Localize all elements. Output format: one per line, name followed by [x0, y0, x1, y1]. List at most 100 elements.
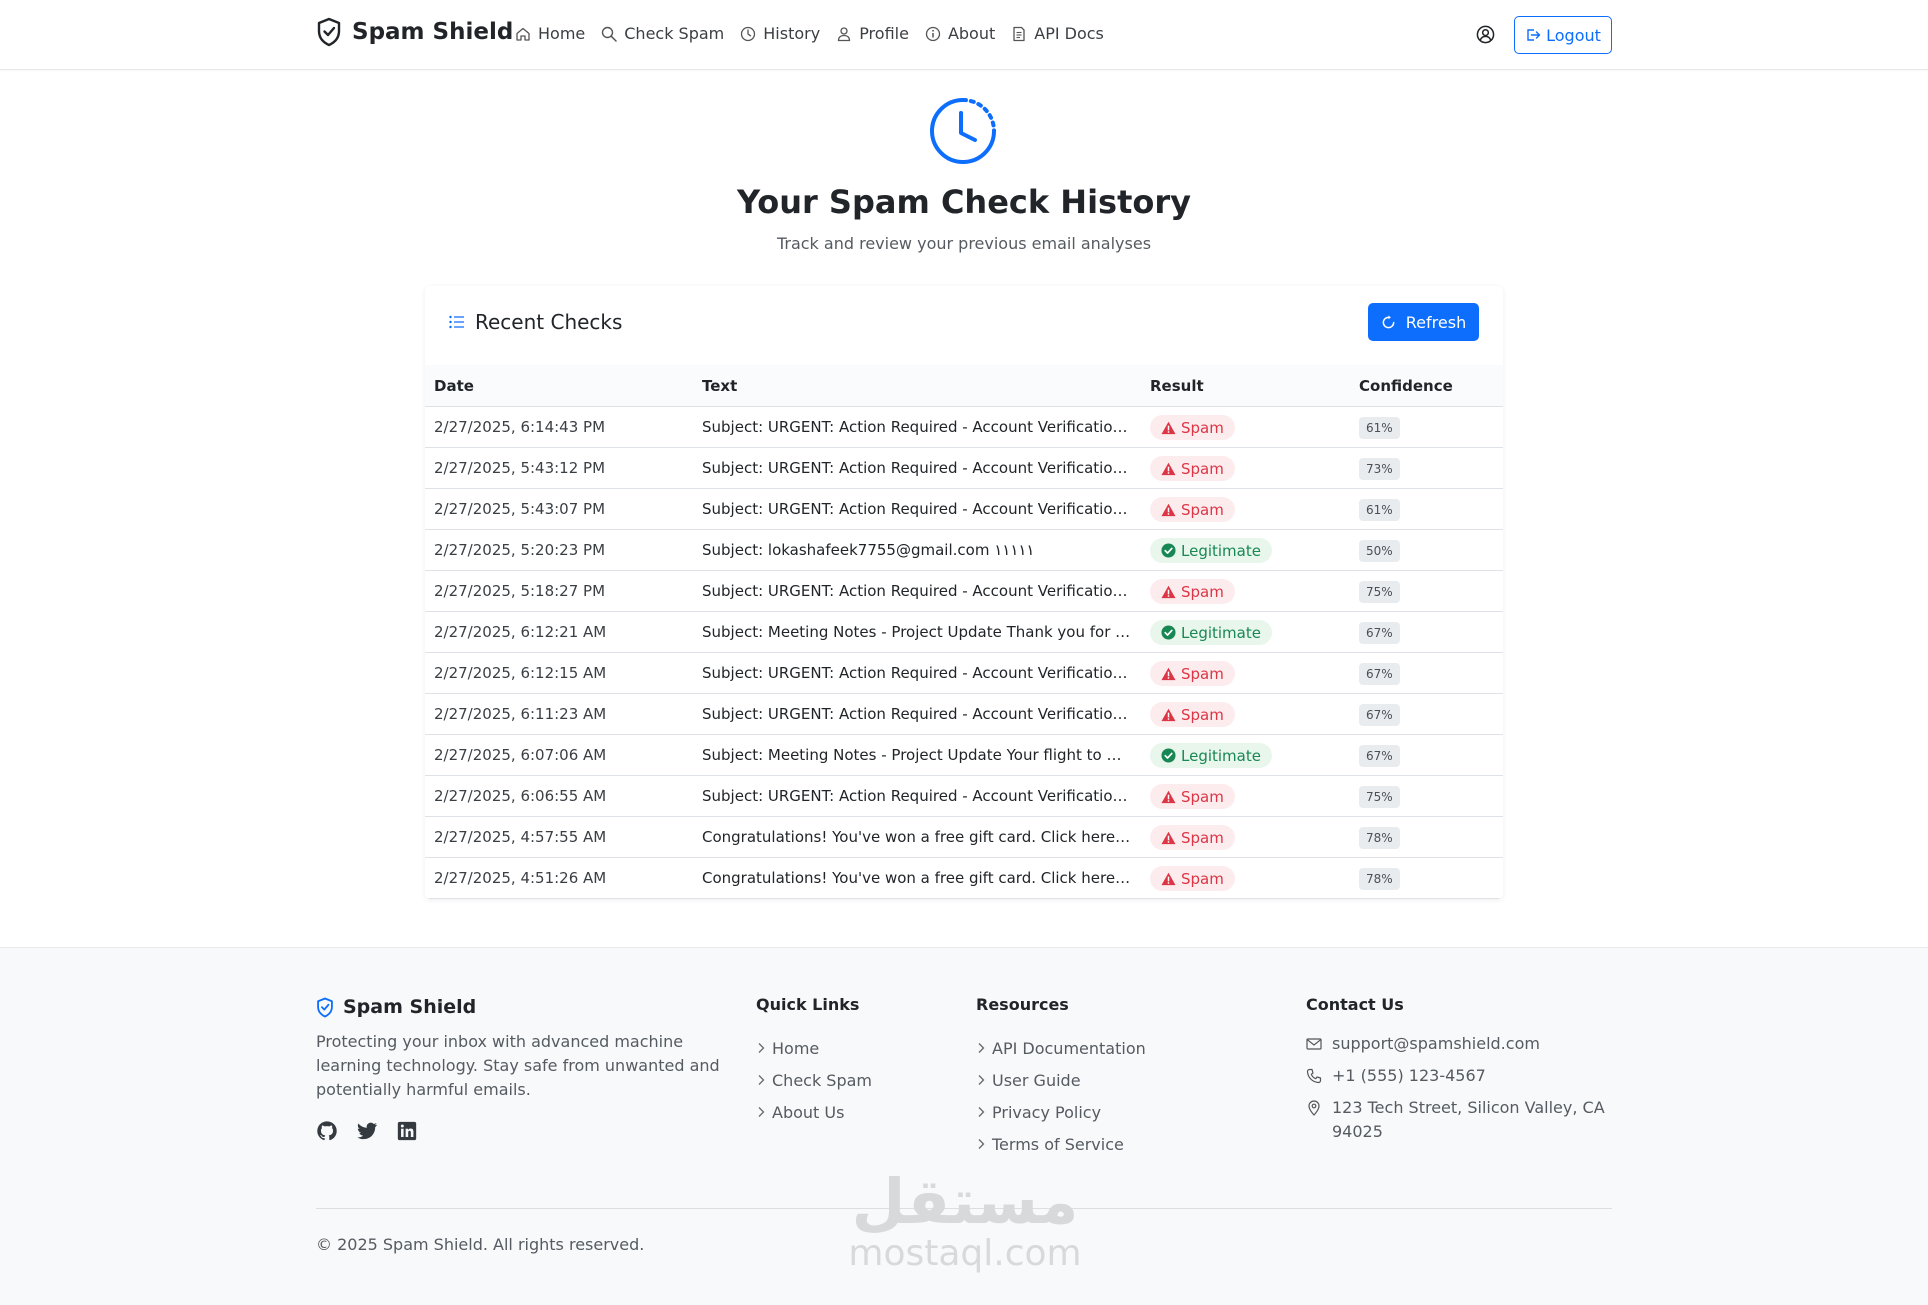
footer-link-label: About Us	[772, 1102, 845, 1122]
table-row[interactable]: 2/27/2025, 6:14:43 PM Subject: URGENT: Ac…	[425, 407, 1503, 448]
contact-phone-value: +1 (555) 123-4567	[1332, 1066, 1486, 1085]
confidence-badge: 73%	[1359, 458, 1400, 480]
warning-icon	[1161, 462, 1176, 475]
table-row[interactable]: 2/27/2025, 5:43:07 PM Subject: URGENT: Ac…	[425, 489, 1503, 530]
result-label: Spam	[1181, 705, 1224, 724]
contact-email-value: support@spamshield.com	[1332, 1034, 1540, 1053]
nav-history[interactable]: History	[740, 24, 820, 43]
result-badge: Spam	[1150, 784, 1235, 809]
chevron-right-icon	[758, 1107, 765, 1117]
table-row[interactable]: 2/27/2025, 4:57:55 AM Congratulations! Yo…	[425, 817, 1503, 858]
table-row[interactable]: 2/27/2025, 5:18:27 PM Subject: URGENT: Ac…	[425, 571, 1503, 612]
quick-links-title: Quick Links	[756, 995, 860, 1014]
chevron-right-icon	[978, 1075, 985, 1085]
footer-link-user-guide[interactable]: User Guide	[976, 1064, 1146, 1096]
row-date: 2/27/2025, 6:14:43 PM	[434, 418, 606, 436]
history-clock-icon	[930, 98, 996, 164]
table-row[interactable]: 2/27/2025, 6:11:23 AM Subject: URGENT: Ac…	[425, 694, 1503, 735]
table-header: Date Text Result Confidence	[425, 365, 1503, 407]
copyright: © 2025 Spam Shield. All rights reserved.	[316, 1235, 645, 1254]
warning-icon	[1161, 667, 1176, 680]
result-badge: Spam	[1150, 415, 1235, 440]
confidence-badge: 61%	[1359, 417, 1400, 439]
warning-icon	[1161, 503, 1176, 516]
result-badge: Spam	[1150, 579, 1235, 604]
nav-check-spam-label: Check Spam	[624, 24, 725, 43]
chevron-right-icon	[978, 1139, 985, 1149]
warning-icon	[1161, 790, 1176, 803]
chevron-right-icon	[978, 1043, 985, 1053]
column-text: Text	[702, 377, 738, 395]
confidence-badge: 75%	[1359, 581, 1400, 603]
row-text: Subject: Meeting Notes - Project Update …	[702, 623, 1132, 641]
logout-icon	[1527, 29, 1541, 41]
result-label: Spam	[1181, 869, 1224, 888]
row-text: Subject: URGENT: Action Required - Accou…	[702, 500, 1132, 518]
contact-list: support@spamshield.com +1 (555) 123-4567…	[1306, 1032, 1606, 1152]
refresh-button[interactable]: Refresh	[1368, 303, 1479, 341]
table-row[interactable]: 2/27/2025, 4:51:26 AM Congratulations! Yo…	[425, 858, 1503, 899]
footer-link-privacy-policy[interactable]: Privacy Policy	[976, 1096, 1146, 1128]
result-badge: Spam	[1150, 825, 1235, 850]
contact-email[interactable]: support@spamshield.com	[1306, 1032, 1606, 1056]
nav-about[interactable]: About	[925, 24, 995, 43]
result-label: Legitimate	[1181, 541, 1261, 560]
row-date: 2/27/2025, 6:11:23 AM	[434, 705, 607, 723]
watermark-logo: مستقل mostaql.com	[840, 1170, 1090, 1274]
nav-home-label: Home	[538, 24, 586, 43]
footer-link-check-spam[interactable]: Check Spam	[756, 1064, 872, 1096]
footer-link-api-documentation[interactable]: API Documentation	[976, 1032, 1146, 1064]
footer-brand-name: Spam Shield	[343, 996, 477, 1018]
footer-link-label: Home	[772, 1038, 820, 1058]
contact-address: 123 Tech Street, Silicon Valley, CA 9402…	[1306, 1096, 1606, 1144]
result-badge: Spam	[1150, 702, 1235, 727]
table-row[interactable]: 2/27/2025, 5:43:12 PM Subject: URGENT: Ac…	[425, 448, 1503, 489]
confidence-badge: 67%	[1359, 663, 1400, 685]
account-icon[interactable]	[1476, 25, 1495, 44]
result-label: Spam	[1181, 459, 1224, 478]
table-row[interactable]: 2/27/2025, 6:06:55 AM Subject: URGENT: Ac…	[425, 776, 1503, 817]
brand[interactable]: Spam Shield	[316, 17, 513, 47]
quick-links-list: Home Check Spam About Us	[756, 1032, 872, 1128]
row-date: 2/27/2025, 4:51:26 AM	[434, 869, 607, 887]
table-row[interactable]: 2/27/2025, 5:20:23 PM Subject: lokashafee…	[425, 530, 1503, 571]
result-label: Spam	[1181, 418, 1224, 437]
row-date: 2/27/2025, 6:06:55 AM	[434, 787, 607, 805]
refresh-label: Refresh	[1405, 312, 1467, 332]
linkedin-icon[interactable]	[396, 1120, 418, 1142]
warning-icon	[1161, 421, 1176, 434]
confidence-badge: 61%	[1359, 499, 1400, 521]
row-text: Subject: URGENT: Action Required - Accou…	[702, 664, 1132, 682]
github-icon[interactable]	[316, 1120, 338, 1142]
warning-icon	[1161, 831, 1176, 844]
table-row[interactable]: 2/27/2025, 6:12:15 AM Subject: URGENT: Ac…	[425, 653, 1503, 694]
contact-phone[interactable]: +1 (555) 123-4567	[1306, 1064, 1606, 1088]
nav-check-spam[interactable]: Check Spam	[601, 24, 724, 43]
twitter-icon[interactable]	[356, 1120, 378, 1142]
nav-profile[interactable]: Profile	[836, 24, 909, 43]
footer-link-home[interactable]: Home	[756, 1032, 872, 1064]
warning-icon	[1161, 585, 1176, 598]
shield-icon	[317, 997, 333, 1017]
nav-api-docs[interactable]: API Docs	[1011, 24, 1104, 43]
page-title: Your Spam Check History	[736, 183, 1192, 221]
brand-name: Spam Shield	[352, 19, 514, 45]
row-date: 2/27/2025, 5:18:27 PM	[434, 582, 606, 600]
nav-links: Home Check Spam History Profile About AP…	[515, 24, 1120, 43]
table-row[interactable]: 2/27/2025, 6:12:21 AM Subject: Meeting No…	[425, 612, 1503, 653]
footer-link-terms-of-service[interactable]: Terms of Service	[976, 1128, 1146, 1160]
footer: Spam Shield Protecting your inbox with a…	[0, 947, 1928, 1305]
nav-home[interactable]: Home	[515, 24, 585, 43]
confidence-badge: 78%	[1359, 868, 1400, 890]
table-row[interactable]: 2/27/2025, 6:07:06 AM Subject: Meeting No…	[425, 735, 1503, 776]
warning-icon	[1161, 708, 1176, 721]
result-badge: Legitimate	[1150, 620, 1272, 645]
home-icon	[516, 27, 530, 41]
location-pin-icon	[1308, 1100, 1320, 1116]
recent-checks-card: Recent Checks Refresh Date Text Result C…	[425, 286, 1503, 899]
user-icon	[838, 26, 851, 41]
footer-link-about-us[interactable]: About Us	[756, 1096, 872, 1128]
card-header: Recent Checks	[449, 310, 622, 334]
logout-button[interactable]: Logout	[1514, 16, 1612, 54]
resources-title: Resources	[976, 995, 1069, 1014]
